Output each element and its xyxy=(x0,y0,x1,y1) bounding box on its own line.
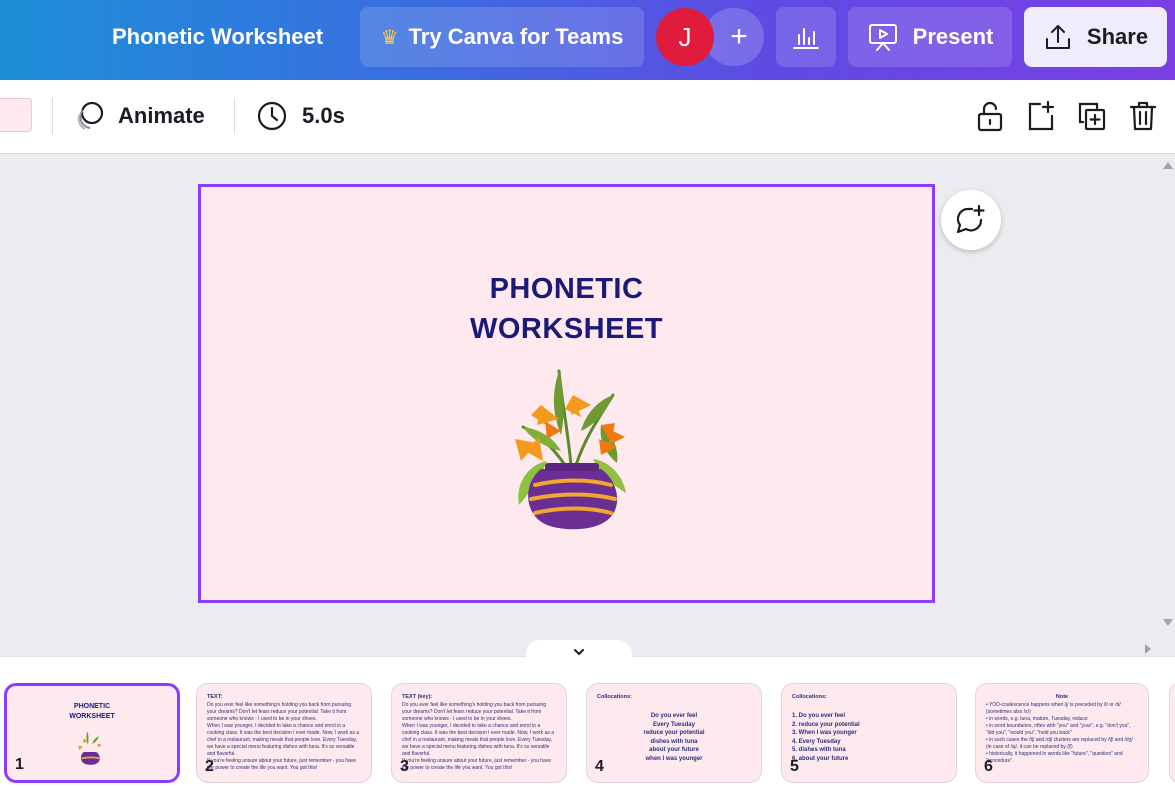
thumb-line: • in such cases the /tj/ and /dj/ cluste… xyxy=(986,737,1133,750)
thumb-item: 6. about your future xyxy=(792,755,849,762)
page-thumbnail-2[interactable]: TEXT: Do you ever feel like something's … xyxy=(196,683,372,783)
thumb-heading: Collocations: xyxy=(792,694,827,700)
flower-vase-illustration[interactable] xyxy=(501,365,641,535)
thumb-item: Every Tuesday xyxy=(653,721,695,728)
page-thumbnail-1[interactable]: PHONETIC WORKSHEET 1 xyxy=(4,683,180,783)
comment-plus-icon xyxy=(956,204,985,234)
background-color-swatch[interactable] xyxy=(0,98,32,132)
lock-button[interactable] xyxy=(972,98,1008,134)
toolbar-divider xyxy=(52,98,53,134)
timing-button[interactable]: 5.0s xyxy=(256,98,345,134)
animate-icon xyxy=(77,101,104,130)
thumb-item: 2. reduce your potential xyxy=(792,721,860,728)
thumb-line: If you're feeling unsure about your futu… xyxy=(402,758,552,771)
thumb-subtitle: WORKSHEET xyxy=(69,713,115,720)
thumb-item: reduce your potential xyxy=(643,730,705,736)
page-number: 2 xyxy=(205,758,214,775)
page-filmstrip: PHONETIC WORKSHEET 1 TEXT: Do you ever f… xyxy=(0,656,1175,786)
page-number: 5 xyxy=(790,758,799,775)
trash-icon xyxy=(1129,101,1157,131)
thumb-text: TEXT: Do you ever feel like something's … xyxy=(207,694,361,772)
page-number: 6 xyxy=(984,758,993,775)
unlock-icon xyxy=(977,101,1003,132)
flower-vase-thumbnail-icon xyxy=(78,731,102,765)
clock-icon xyxy=(257,101,287,131)
page-number: 3 xyxy=(400,758,409,775)
animate-label: Animate xyxy=(118,103,205,128)
share-button[interactable]: Share xyxy=(1024,7,1167,67)
page-thumbnail-5[interactable]: Collocations: 1. Do you ever feel 2. red… xyxy=(781,683,957,783)
thumb-title: PHONETIC xyxy=(73,703,111,710)
canvas-area: PHONETIC WORKSHEET xyxy=(0,154,1175,654)
thumb-text: Collocations: xyxy=(792,694,946,702)
thumb-line: • in word boundaries, often with "you" a… xyxy=(986,723,1131,736)
thumb-line: When I was younger, I decided to take a … xyxy=(207,723,360,757)
thumb-collocation-list: 1. Do you ever feel 2. reduce your poten… xyxy=(792,712,946,763)
thumb-line: Do you ever feel like something's holdin… xyxy=(207,702,352,722)
thumb-line: Do you ever feel like something's holdin… xyxy=(402,702,547,722)
slide-canvas[interactable]: PHONETIC WORKSHEET xyxy=(198,184,935,603)
page-thumbnail-3[interactable]: TEXT (key): Do you ever feel like someth… xyxy=(391,683,567,783)
try-teams-button[interactable]: ♛ Try Canva for Teams xyxy=(360,7,644,67)
duplicate-page-button[interactable] xyxy=(1074,98,1110,134)
slide-title-line-2: WORKSHEET xyxy=(470,313,663,345)
duplicate-icon xyxy=(1078,102,1106,131)
bar-chart-icon xyxy=(793,28,819,49)
insights-button[interactable] xyxy=(776,7,836,67)
presentation-icon xyxy=(868,24,897,51)
thumb-item: when I was younger xyxy=(645,755,703,762)
thumb-heading: TEXT: xyxy=(207,694,223,700)
add-page-icon xyxy=(1028,100,1055,131)
collapse-filmstrip-button[interactable] xyxy=(526,640,632,664)
add-comment-button[interactable] xyxy=(941,190,1001,250)
slide-title[interactable]: PHONETIC WORKSHEET xyxy=(201,269,932,349)
thumb-heading: Collocations: xyxy=(597,694,632,700)
thumb-line: • YOD-coalescence happens when /j/ is pr… xyxy=(986,702,1121,715)
try-teams-label: Try Canva for Teams xyxy=(408,24,624,49)
chevron-down-icon xyxy=(574,649,584,656)
duration-label: 5.0s xyxy=(302,103,345,128)
page-number: 1 xyxy=(15,756,24,773)
editor-toolbar: Animate 5.0s xyxy=(0,80,1175,154)
thumb-item: 1. Do you ever feel xyxy=(792,713,846,719)
page-thumbnail-partial[interactable] xyxy=(1169,683,1175,783)
thumb-item: 3. When I was younger xyxy=(792,730,857,736)
share-upload-icon xyxy=(1045,25,1070,49)
delete-page-button[interactable] xyxy=(1125,98,1161,134)
present-label: Present xyxy=(912,24,994,49)
thumb-line: If you're feeling unsure about your futu… xyxy=(207,758,357,771)
avatar[interactable]: J xyxy=(656,8,714,66)
top-bar: Phonetic Worksheet ♛ Try Canva for Teams… xyxy=(0,0,1175,80)
thumb-text: Collocations: xyxy=(597,694,751,702)
thumb-item: about your future xyxy=(649,747,699,753)
thumb-line: When I was younger, I decided to take a … xyxy=(402,723,555,757)
thumb-heading: Note xyxy=(1055,694,1069,700)
thumb-line: • historically, it happened in words lik… xyxy=(986,751,1123,764)
thumb-line: • in words, e.g. tuna, mature, Tuesday, … xyxy=(986,716,1088,722)
vertical-scrollbar[interactable] xyxy=(1161,154,1175,634)
thumb-heading: TEXT (key): xyxy=(402,694,433,700)
slide-title-line-1: PHONETIC xyxy=(489,273,644,305)
thumb-text: TEXT (key): Do you ever feel like someth… xyxy=(402,694,556,772)
toolbar-divider xyxy=(234,98,235,134)
present-button[interactable]: Present xyxy=(848,7,1012,67)
page-number: 4 xyxy=(595,758,604,775)
share-label: Share xyxy=(1086,24,1149,49)
thumb-item: dishes with tuna xyxy=(650,738,698,745)
page-thumbnail-4[interactable]: Collocations: Do you ever feel Every Tue… xyxy=(586,683,762,783)
thumb-collocation-list: Do you ever feel Every Tuesday reduce yo… xyxy=(587,712,761,763)
thumb-text: Note • YOD-coalescence happens when /j/ … xyxy=(986,694,1138,765)
crown-icon: ♛ xyxy=(380,26,399,49)
thumb-item: 5. dishes with tuna xyxy=(792,747,846,753)
thumb-item: 4. Every Tuesday xyxy=(792,738,841,745)
page-thumbnail-6[interactable]: Note • YOD-coalescence happens when /j/ … xyxy=(975,683,1149,783)
document-title[interactable]: Phonetic Worksheet xyxy=(112,24,323,50)
animate-button[interactable]: Animate xyxy=(72,98,205,134)
add-page-button[interactable] xyxy=(1023,98,1059,134)
thumb-item: Do you ever feel xyxy=(650,713,698,719)
